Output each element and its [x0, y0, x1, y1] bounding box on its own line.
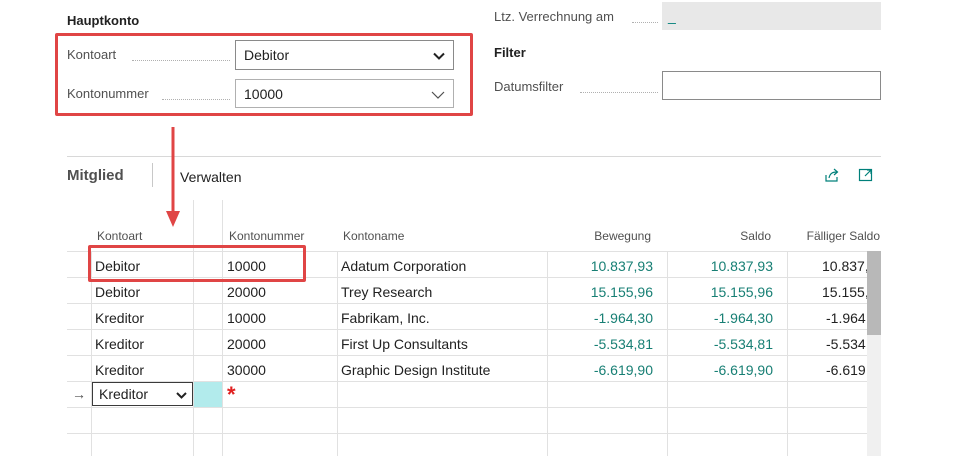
- cell-kontoname: Fabrikam, Inc.: [341, 310, 430, 326]
- cell-kontonummer[interactable]: 20000: [227, 336, 266, 352]
- cell-kontonummer[interactable]: 20000: [227, 284, 266, 300]
- verwalten-action[interactable]: Verwalten: [180, 169, 241, 185]
- cell-faelliger-saldo: -1.964,: [826, 310, 870, 326]
- row-line: [67, 329, 881, 330]
- col-header-bewegung[interactable]: Bewegung: [560, 229, 651, 243]
- col-header-kontoart[interactable]: Kontoart: [97, 229, 142, 243]
- col-header-saldo[interactable]: Saldo: [680, 229, 771, 243]
- cell-faelliger-saldo: -6.619,: [826, 362, 870, 378]
- cell-saldo[interactable]: -6.619,90: [670, 362, 773, 378]
- table-scrollbar-thumb[interactable]: [867, 251, 881, 335]
- share-icon[interactable]: [824, 167, 840, 186]
- cell-bewegung[interactable]: 10.837,93: [550, 258, 653, 274]
- cell-kontonummer[interactable]: 10000: [227, 310, 266, 326]
- row-line: [67, 433, 881, 434]
- new-row-kontoart-select[interactable]: Kreditor: [92, 382, 193, 406]
- cell-bewegung[interactable]: -5.534,81: [550, 336, 653, 352]
- cell-saldo[interactable]: 15.155,96: [670, 284, 773, 300]
- col-header-faelliger-saldo[interactable]: Fälliger Saldo: [790, 229, 880, 243]
- datumsfilter-dots: [580, 92, 658, 93]
- cell-kontoart[interactable]: Kreditor: [95, 336, 144, 352]
- col-line: [193, 200, 194, 456]
- new-row-highlight-cell: [194, 382, 222, 407]
- subpage-top-divider: [67, 156, 881, 157]
- col-header-kontonummer[interactable]: Kontonummer: [229, 229, 304, 243]
- row-line: [67, 303, 881, 304]
- cell-kontoart[interactable]: Debitor: [95, 284, 140, 300]
- cell-faelliger-saldo: 10.837,: [822, 258, 869, 274]
- cell-kontoname: Adatum Corporation: [341, 258, 467, 274]
- cell-bewegung[interactable]: -6.619,90: [550, 362, 653, 378]
- col-line: [787, 251, 788, 456]
- required-asterisk-icon: *: [227, 382, 236, 407]
- cell-bewegung[interactable]: -1.964,30: [550, 310, 653, 326]
- col-line: [667, 251, 668, 456]
- datumsfilter-label: Datumsfilter: [494, 79, 564, 94]
- ltz-verrechnung-value-field: _: [662, 2, 881, 30]
- col-header-kontoname[interactable]: Kontoname: [343, 229, 404, 243]
- new-row-indicator-arrow-icon: →: [72, 386, 86, 402]
- highlight-hauptkonto-fields: [55, 33, 473, 116]
- col-line: [222, 200, 223, 456]
- row-line: [67, 355, 881, 356]
- cell-saldo[interactable]: -5.534,81: [670, 336, 773, 352]
- cell-faelliger-saldo: 15.155,: [822, 284, 869, 300]
- red-arrow-icon: [166, 127, 180, 227]
- ltz-verrechnung-label: Ltz. Verrechnung am: [494, 9, 614, 24]
- subpage-title-separator: [152, 163, 153, 187]
- col-line: [547, 251, 548, 456]
- cell-saldo[interactable]: 10.837,93: [670, 258, 773, 274]
- row-line: [67, 407, 881, 408]
- chevron-down-icon: [176, 386, 187, 402]
- filter-title: Filter: [494, 45, 526, 60]
- cell-faelliger-saldo: -5.534,: [826, 336, 870, 352]
- new-row-kontoart-value: Kreditor: [99, 386, 149, 402]
- cell-kontoname: Trey Research: [341, 284, 433, 300]
- cell-kontoart[interactable]: Kreditor: [95, 310, 144, 326]
- cell-kontoart[interactable]: Kreditor: [95, 362, 144, 378]
- ltz-verrechnung-value: _: [668, 8, 676, 24]
- cell-bewegung[interactable]: 15.155,96: [550, 284, 653, 300]
- subpage-title: Mitglied: [67, 167, 124, 184]
- highlight-first-row-cells: [88, 245, 306, 282]
- cell-saldo[interactable]: -1.964,30: [670, 310, 773, 326]
- cell-kontoname: First Up Consultants: [341, 336, 468, 352]
- table-scrollbar-track[interactable]: [867, 251, 881, 456]
- cell-kontoname: Graphic Design Institute: [341, 362, 491, 378]
- hauptkonto-title: Hauptkonto: [67, 13, 140, 28]
- datumsfilter-input[interactable]: [662, 71, 881, 100]
- cell-kontonummer[interactable]: 30000: [227, 362, 266, 378]
- ltz-dots: [632, 22, 658, 23]
- col-line: [337, 251, 338, 456]
- expand-icon[interactable]: [858, 167, 874, 186]
